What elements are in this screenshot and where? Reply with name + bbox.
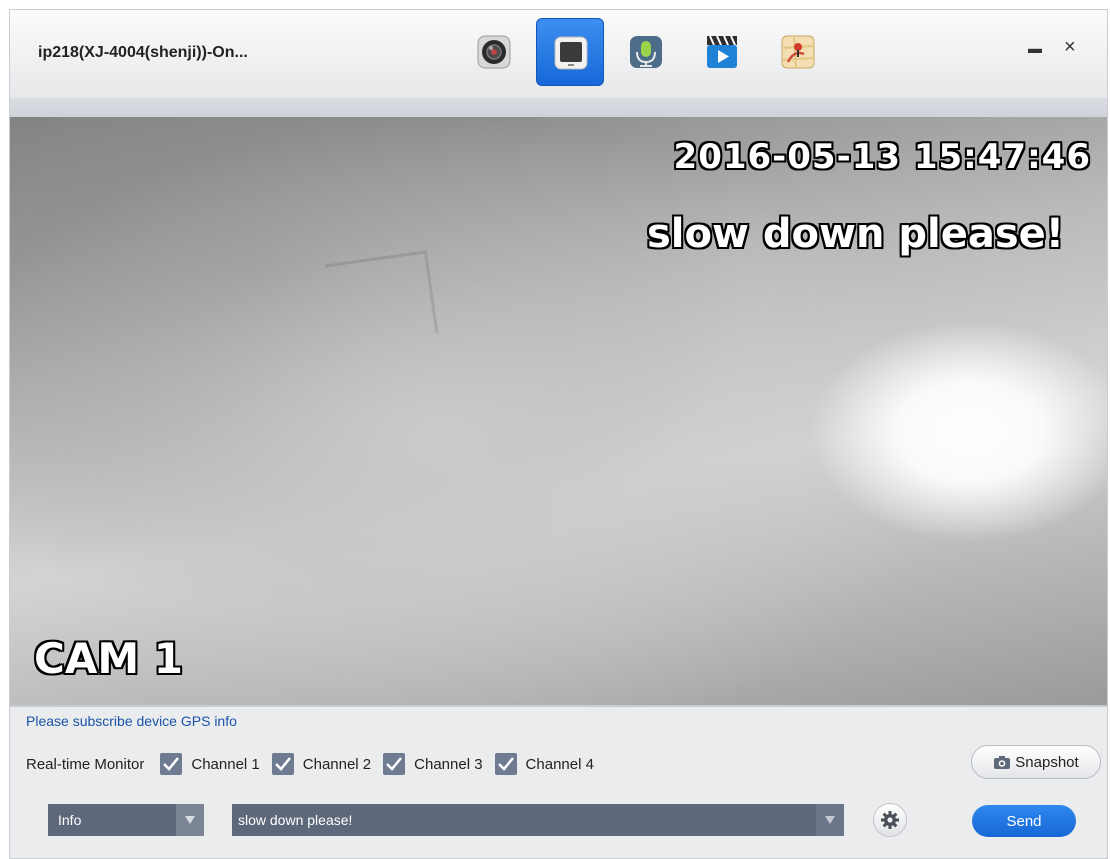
header-separator xyxy=(10,98,1107,117)
channel-1-label: Channel 1 xyxy=(191,755,260,773)
maximize-button[interactable]: ▬ xyxy=(1028,40,1042,56)
channel-2-checkbox[interactable] xyxy=(271,753,294,775)
monitor-icon xyxy=(554,36,588,70)
send-button[interactable]: Send xyxy=(972,805,1076,837)
channel-2-label: Channel 2 xyxy=(302,755,372,773)
video-view[interactable]: 2016-05-13 15:47:46 slow down please! CA… xyxy=(10,117,1107,705)
channel-row: Real-time Monitor Channel 1 Channel 2 Ch… xyxy=(26,751,600,777)
toolbar-monitor-button[interactable] xyxy=(536,18,604,86)
title-bar: ip218(XJ-4004(shenji))-On... ▬ × xyxy=(10,10,1107,98)
message-type-select[interactable]: Info xyxy=(48,804,204,836)
check-icon xyxy=(386,757,403,771)
check-icon xyxy=(497,757,514,771)
settings-button[interactable] xyxy=(873,803,907,837)
channel-4-checkbox[interactable] xyxy=(494,753,517,775)
camera-icon xyxy=(993,755,1011,770)
check-icon xyxy=(163,757,180,771)
gps-subscribe-link[interactable]: Please subscribe device GPS info xyxy=(26,713,237,729)
channel-4-label: Channel 4 xyxy=(525,755,594,773)
close-button[interactable]: × xyxy=(1064,36,1076,59)
lens-smudge xyxy=(324,250,439,347)
chevron-down-icon xyxy=(825,816,835,824)
toolbar-playback-button[interactable] xyxy=(688,18,756,86)
camera-lens-icon xyxy=(477,35,511,69)
window-title: ip218(XJ-4004(shenji))-On... xyxy=(38,44,248,61)
toolbar-microphone-button[interactable] xyxy=(612,18,680,86)
channel-3-checkbox[interactable] xyxy=(383,753,406,775)
monitor-label: Real-time Monitor xyxy=(26,755,145,773)
channel-3-label: Channel 3 xyxy=(414,755,483,773)
video-overlay-message: slow down please! xyxy=(647,211,1064,257)
snapshot-label: Snapshot xyxy=(1015,753,1079,771)
device-window: ip218(XJ-4004(shenji))-On... ▬ × 2016-05… xyxy=(9,9,1108,859)
channel-1-checkbox[interactable] xyxy=(160,753,183,775)
camera-label: CAM 1 xyxy=(34,634,183,683)
message-input-value: slow down please! xyxy=(238,812,353,828)
maximize-icon: ▬ xyxy=(1028,40,1042,56)
toolbar-camera-button[interactable] xyxy=(460,18,528,86)
toolbar-map-button[interactable] xyxy=(764,18,832,86)
gear-icon xyxy=(881,811,899,829)
message-dropdown-button[interactable] xyxy=(816,804,844,836)
close-icon: × xyxy=(1064,36,1076,58)
microphone-icon xyxy=(630,36,662,68)
chevron-down-icon xyxy=(176,804,204,836)
video-clapper-icon xyxy=(707,35,737,68)
snapshot-button[interactable]: Snapshot xyxy=(971,745,1101,779)
message-input[interactable]: slow down please! xyxy=(232,804,844,836)
video-timestamp: 2016-05-13 15:47:46 xyxy=(673,137,1091,177)
check-icon xyxy=(274,757,291,771)
map-pin-icon xyxy=(781,35,815,69)
control-panel: Please subscribe device GPS info Real-ti… xyxy=(10,705,1107,858)
message-type-value: Info xyxy=(58,812,82,828)
